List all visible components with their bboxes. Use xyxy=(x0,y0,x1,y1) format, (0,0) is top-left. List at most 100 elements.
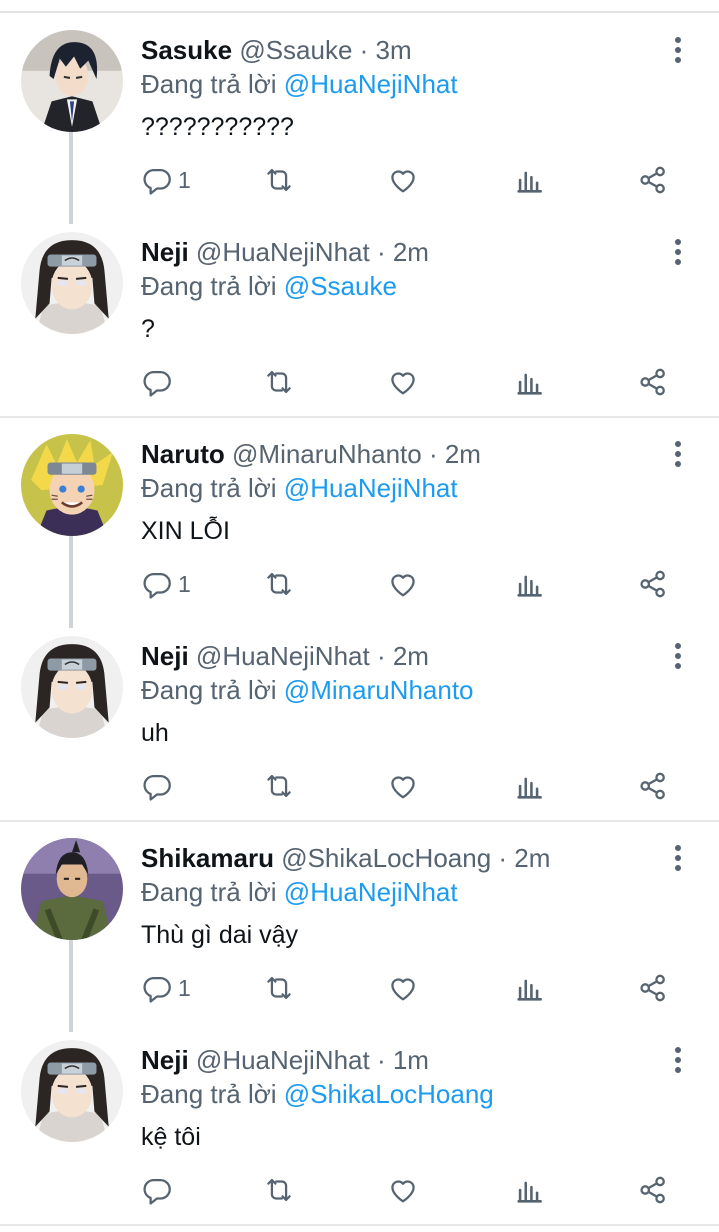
more-options-icon[interactable] xyxy=(664,842,692,878)
avatar[interactable] xyxy=(21,838,123,940)
share-button[interactable] xyxy=(636,968,670,1008)
share-button[interactable] xyxy=(636,160,670,200)
reply-icon xyxy=(140,769,174,803)
handle[interactable]: @MinaruNhanto xyxy=(232,439,422,469)
tweet-header: Shikamaru @ShikaLocHoang · 2m xyxy=(141,842,550,874)
tweet-actions xyxy=(0,766,719,806)
reply-icon xyxy=(140,567,174,601)
reply-count: 1 xyxy=(178,974,191,1001)
tweet-actions: 1 xyxy=(0,160,719,200)
tweet-header: Sasuke @Ssauke · 3m xyxy=(141,34,412,66)
timestamp: · 1m xyxy=(376,1045,429,1075)
tweet-actions xyxy=(0,362,719,402)
retweet-button[interactable] xyxy=(262,766,296,806)
mention-link[interactable]: @HuaNejiNhat xyxy=(284,69,458,99)
display-name[interactable]: Neji xyxy=(141,641,189,671)
retweet-button[interactable] xyxy=(262,362,296,402)
analytics-icon xyxy=(513,365,547,399)
share-icon xyxy=(636,365,670,399)
more-options-icon[interactable] xyxy=(664,34,692,70)
avatar[interactable] xyxy=(21,636,123,738)
analytics-button[interactable] xyxy=(513,766,547,806)
reply-button[interactable]: 1 xyxy=(140,160,191,200)
tweet-actions xyxy=(0,1170,719,1210)
reply-button[interactable] xyxy=(140,766,178,806)
tweet[interactable]: Neji @HuaNejiNhat · 2m Đang trả lời @Min… xyxy=(0,620,719,822)
timestamp: · 2m xyxy=(428,439,481,469)
reply-button[interactable]: 1 xyxy=(140,968,191,1008)
display-name[interactable]: Neji xyxy=(141,1045,189,1075)
mention-link[interactable]: @Ssauke xyxy=(284,271,397,301)
share-icon xyxy=(636,1173,670,1207)
analytics-button[interactable] xyxy=(513,160,547,200)
display-name[interactable]: Sasuke xyxy=(141,35,232,65)
like-button[interactable] xyxy=(386,968,420,1008)
mention-link[interactable]: @HuaNejiNhat xyxy=(284,473,458,503)
retweet-button[interactable] xyxy=(262,1170,296,1210)
display-name[interactable]: Neji xyxy=(141,237,189,267)
share-button[interactable] xyxy=(636,362,670,402)
tweet-text: ? xyxy=(141,315,155,343)
handle[interactable]: @HuaNejiNhat xyxy=(196,1045,370,1075)
avatar[interactable] xyxy=(21,30,123,132)
like-button[interactable] xyxy=(386,1170,420,1210)
like-button[interactable] xyxy=(386,160,420,200)
analytics-button[interactable] xyxy=(513,1170,547,1210)
timestamp: · 3m xyxy=(359,35,412,65)
reply-count: 1 xyxy=(178,166,191,193)
heart-icon xyxy=(386,365,420,399)
like-button[interactable] xyxy=(386,362,420,402)
tweet-text: Thù gì dai vậy xyxy=(141,921,299,949)
reply-button[interactable]: 1 xyxy=(140,564,191,604)
mention-link[interactable]: @ShikaLocHoang xyxy=(284,1079,494,1109)
analytics-button[interactable] xyxy=(513,968,547,1008)
avatar[interactable] xyxy=(21,1040,123,1142)
display-name[interactable]: Naruto xyxy=(141,439,225,469)
reply-context: Đang trả lời @ShikaLocHoang xyxy=(141,1079,494,1109)
share-button[interactable] xyxy=(636,766,670,806)
share-icon xyxy=(636,971,670,1005)
timestamp: · 2m xyxy=(376,641,429,671)
mention-link[interactable]: @MinaruNhanto xyxy=(284,675,474,705)
tweet-header: Neji @HuaNejiNhat · 1m xyxy=(141,1044,429,1076)
tweet-text: XIN LỖI xyxy=(141,517,230,545)
conversation-divider xyxy=(0,1224,719,1226)
heart-icon xyxy=(386,1173,420,1207)
avatar[interactable] xyxy=(21,232,123,334)
tweet-header: Neji @HuaNejiNhat · 2m xyxy=(141,640,429,672)
like-button[interactable] xyxy=(386,766,420,806)
analytics-icon xyxy=(513,163,547,197)
display-name[interactable]: Shikamaru xyxy=(141,843,274,873)
share-icon xyxy=(636,769,670,803)
more-options-icon[interactable] xyxy=(664,640,692,676)
share-button[interactable] xyxy=(636,564,670,604)
avatar[interactable] xyxy=(21,434,123,536)
tweet[interactable]: Neji @HuaNejiNhat · 1m Đang trả lời @Shi… xyxy=(0,1024,719,1226)
analytics-button[interactable] xyxy=(513,564,547,604)
analytics-button[interactable] xyxy=(513,362,547,402)
share-icon xyxy=(636,567,670,601)
retweet-button[interactable] xyxy=(262,564,296,604)
mention-link[interactable]: @HuaNejiNhat xyxy=(284,877,458,907)
tweet[interactable]: Naruto @MinaruNhanto · 2m Đang trả lời @… xyxy=(0,418,719,628)
like-button[interactable] xyxy=(386,564,420,604)
tweet[interactable]: Sasuke @Ssauke · 3m Đang trả lời @HuaNej… xyxy=(0,14,719,224)
reply-button[interactable] xyxy=(140,362,178,402)
retweet-icon xyxy=(262,1173,296,1207)
handle[interactable]: @ShikaLocHoang xyxy=(281,843,491,873)
tweet[interactable]: Shikamaru @ShikaLocHoang · 2m Đang trả l… xyxy=(0,822,719,1032)
retweet-button[interactable] xyxy=(262,160,296,200)
more-options-icon[interactable] xyxy=(664,438,692,474)
handle[interactable]: @HuaNejiNhat xyxy=(196,641,370,671)
reply-button[interactable] xyxy=(140,1170,178,1210)
analytics-icon xyxy=(513,971,547,1005)
heart-icon xyxy=(386,769,420,803)
more-options-icon[interactable] xyxy=(664,236,692,272)
share-button[interactable] xyxy=(636,1170,670,1210)
handle[interactable]: @HuaNejiNhat xyxy=(196,237,370,267)
analytics-icon xyxy=(513,1173,547,1207)
retweet-button[interactable] xyxy=(262,968,296,1008)
tweet[interactable]: Neji @HuaNejiNhat · 2m Đang trả lời @Ssa… xyxy=(0,216,719,418)
more-options-icon[interactable] xyxy=(664,1044,692,1080)
handle[interactable]: @Ssauke xyxy=(239,35,352,65)
